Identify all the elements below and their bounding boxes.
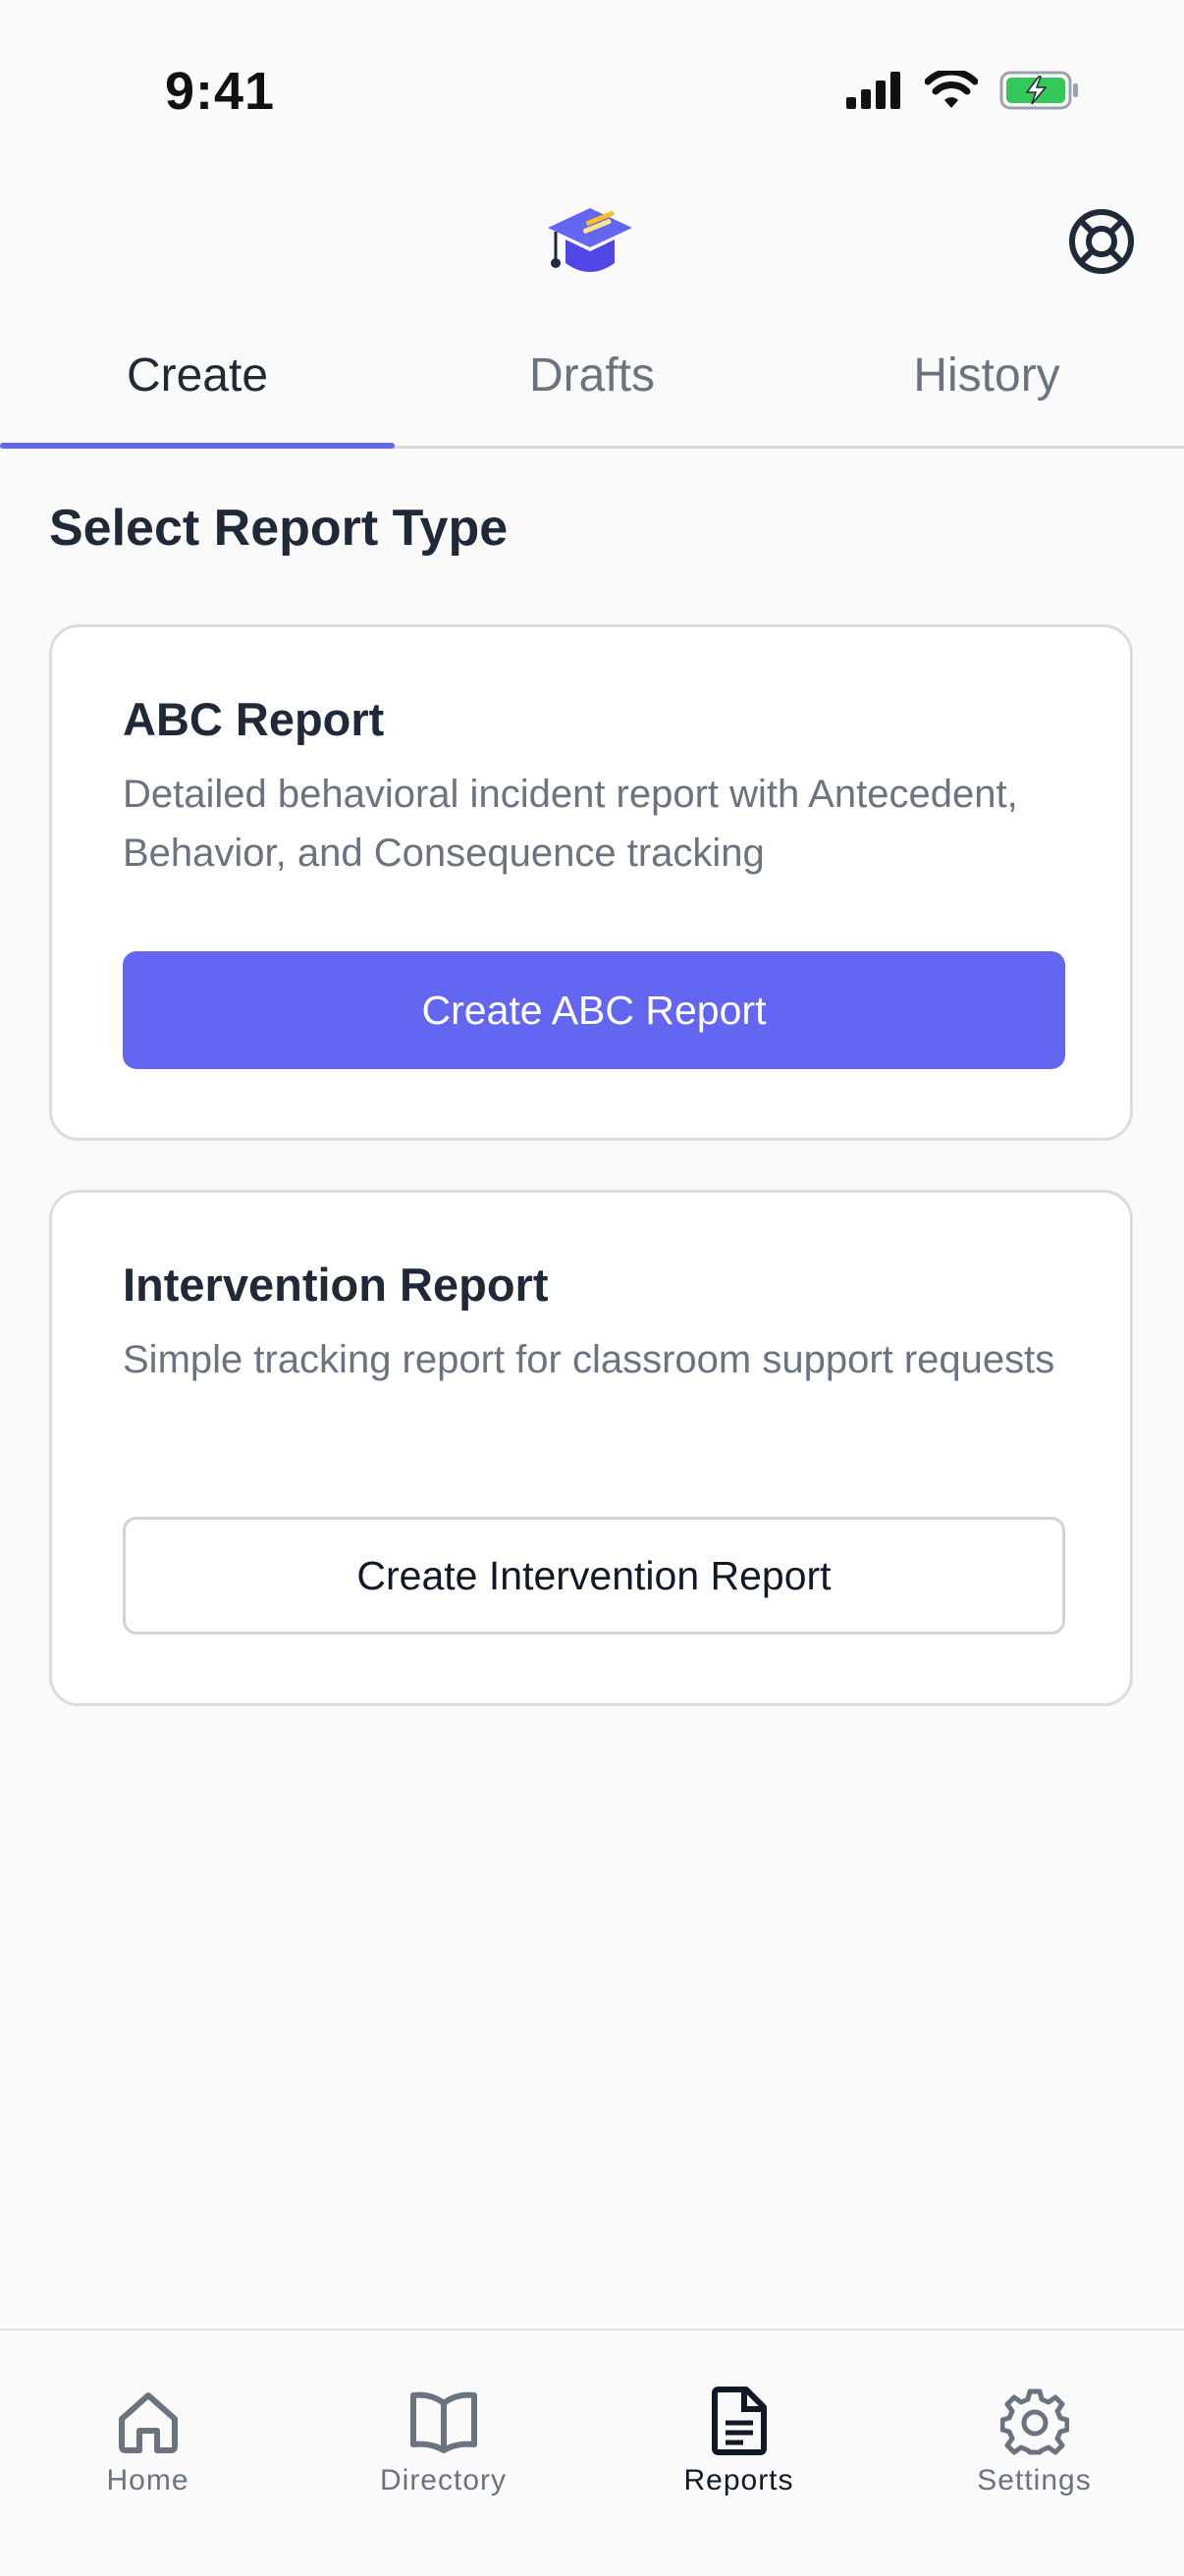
- tab-history-label: History: [913, 349, 1060, 402]
- book-icon: [409, 2391, 477, 2453]
- intervention-report-description: Simple tracking report for classroom sup…: [123, 1338, 1055, 1381]
- nav-label-home: Home: [106, 2464, 189, 2496]
- battery-charging-icon: [999, 71, 1078, 110]
- home-icon: [118, 2392, 178, 2453]
- status-bar: 9:41: [0, 0, 1184, 187]
- abc-report-description: Detailed behavioral incident report with…: [123, 773, 1018, 875]
- report-tabs: Create Drafts History: [0, 304, 1184, 449]
- nav-item-directory[interactable]: Directory: [296, 2331, 591, 2497]
- graduation-cap-logo-icon: [548, 208, 632, 272]
- nav-item-settings[interactable]: Settings: [887, 2331, 1182, 2497]
- lifebuoy-help-icon[interactable]: [1066, 206, 1137, 277]
- tab-drafts[interactable]: Drafts: [395, 304, 789, 446]
- gear-icon: [999, 2388, 1069, 2455]
- wifi-icon: [925, 71, 978, 108]
- abc-report-title: ABC Report: [123, 693, 385, 745]
- tab-create[interactable]: Create: [0, 304, 395, 449]
- app-header: [0, 187, 1184, 295]
- nav-item-reports[interactable]: Reports: [591, 2331, 887, 2497]
- status-icons: [844, 71, 1080, 110]
- tab-history[interactable]: History: [789, 304, 1184, 446]
- tab-drafts-label: Drafts: [528, 349, 655, 402]
- nav-item-home[interactable]: Home: [0, 2331, 296, 2497]
- bottom-navigation: Home Directory Reports Settings: [0, 2329, 1184, 2576]
- document-icon: [711, 2387, 767, 2455]
- abc-report-card: ABC Report Detailed behavioral incident …: [49, 624, 1133, 1141]
- nav-label-directory: Directory: [379, 2464, 507, 2496]
- intervention-report-card: Intervention Report Simple tracking repo…: [49, 1190, 1133, 1706]
- nav-label-settings: Settings: [977, 2464, 1092, 2496]
- create-abc-report-button[interactable]: Create ABC Report: [123, 951, 1065, 1069]
- create-intervention-report-button[interactable]: Create Intervention Report: [123, 1517, 1065, 1635]
- tab-create-label: Create: [126, 349, 269, 402]
- nav-label-reports: Reports: [683, 2464, 794, 2496]
- section-title: Select Report Type: [49, 500, 509, 557]
- active-tab-indicator: [0, 443, 395, 449]
- status-time: 9:41: [165, 62, 276, 121]
- signal-icon: [846, 72, 900, 109]
- intervention-report-title: Intervention Report: [123, 1259, 549, 1311]
